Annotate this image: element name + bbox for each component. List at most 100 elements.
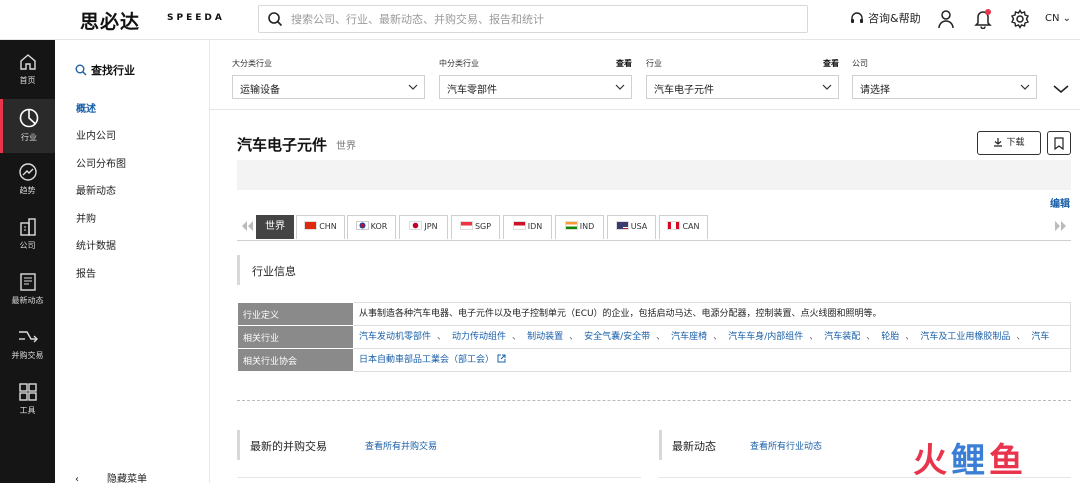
- japan-flag-icon: [409, 221, 423, 230]
- filter-major-industry: 大分类行业 运输设备: [232, 58, 425, 99]
- sidebar-item-statistics[interactable]: 统计数据: [76, 237, 116, 252]
- tab-label: JPN: [424, 222, 438, 231]
- watermark-char: 火: [913, 441, 951, 481]
- search-input[interactable]: [291, 10, 791, 28]
- view-all-news-link[interactable]: 查看所有行业动态: [750, 439, 822, 452]
- filter-label: 大分类行业: [232, 59, 272, 68]
- related-industry-link[interactable]: 汽车座椅: [671, 332, 707, 342]
- page-region: 世界: [336, 141, 356, 152]
- download-icon: [994, 138, 1003, 147]
- related-industry-link[interactable]: 制动装置: [527, 332, 563, 342]
- tab-jpn[interactable]: JPN: [399, 215, 448, 239]
- sidebar-item-reports[interactable]: 报告: [76, 265, 96, 280]
- industry-icon: [19, 108, 39, 128]
- related-industry-link[interactable]: 汽车装配: [824, 332, 860, 342]
- global-search[interactable]: [258, 5, 808, 33]
- tab-label: 世界: [265, 221, 285, 232]
- related-industry-link[interactable]: 安全气囊/安全带: [584, 332, 650, 342]
- nav-news-label: 最新动态: [11, 296, 44, 305]
- tab-world[interactable]: 世界: [256, 215, 294, 239]
- external-link-icon: [497, 354, 506, 363]
- tab-kor[interactable]: KOR: [347, 215, 396, 239]
- related-industry-link[interactable]: 轮胎: [881, 332, 899, 342]
- major-industry-select[interactable]: 运输设备: [232, 75, 425, 99]
- sidebar-item-overview[interactable]: 概述: [76, 100, 96, 115]
- definition-value: 从事制造各种汽车电器、电子元件以及电子控制单元（ECU）的企业，包括启动马达、电…: [353, 302, 1071, 326]
- industry-info-header: 行业信息: [237, 255, 1071, 285]
- latest-news-title: 最新动态: [672, 440, 716, 453]
- singapore-flag-icon: [459, 221, 473, 230]
- table-row: 相关行业 汽车发动机零部件、动力传动组件、制动装置、安全气囊/安全带、汽车座椅、…: [237, 325, 1071, 349]
- next-region-icon[interactable]: [1054, 221, 1068, 231]
- mid-industry-select[interactable]: 汽车零部件: [439, 75, 632, 99]
- industry-select[interactable]: 汽车电子元件: [646, 75, 839, 99]
- chevron-down-icon: [615, 84, 625, 90]
- view-industry-link[interactable]: 查看: [823, 58, 839, 69]
- expand-filters-icon[interactable]: [1053, 84, 1069, 94]
- tab-label: CHN: [319, 222, 337, 231]
- company-icon: [19, 218, 36, 236]
- filter-label: 行业: [646, 59, 662, 68]
- filter-company: 公司 请选择: [852, 58, 1037, 99]
- tab-usa[interactable]: USA: [607, 215, 656, 239]
- help-button[interactable]: 咨询&帮助: [849, 10, 921, 26]
- user-icon[interactable]: [937, 9, 955, 29]
- latest-ma-header: 最新的并购交易 查看所有并购交易: [237, 430, 641, 460]
- association-link[interactable]: 日本自動車部品工業会（部工会）: [359, 355, 494, 365]
- view-mid-industry-link[interactable]: 查看: [616, 58, 632, 69]
- edit-link[interactable]: 编辑: [1050, 195, 1070, 210]
- industry-info-table: 行业定义 从事制造各种汽车电器、电子元件以及电子控制单元（ECU）的企业，包括启…: [237, 302, 1071, 372]
- trend-icon: [18, 163, 37, 181]
- related-industry-link[interactable]: 动力传动组件: [452, 332, 506, 342]
- tab-idn[interactable]: IDN: [503, 215, 552, 239]
- related-industry-link[interactable]: 汽车及工业用橡胶制品: [920, 332, 1010, 342]
- divider: [237, 477, 641, 478]
- table-row: 行业定义 从事制造各种汽车电器、电子元件以及电子控制单元（ECU）的企业，包括启…: [237, 302, 1071, 326]
- tab-label: KOR: [370, 222, 388, 231]
- nav-trend[interactable]: 趋势: [0, 154, 55, 208]
- find-industry-label: 查找行业: [91, 64, 135, 77]
- view-all-ma-link[interactable]: 查看所有并购交易: [365, 439, 437, 452]
- company-select[interactable]: 请选择: [852, 75, 1037, 99]
- download-button[interactable]: 下载: [977, 131, 1041, 155]
- related-industry-link[interactable]: 汽车车身/内部组件: [728, 332, 803, 342]
- tab-chn[interactable]: CHN: [296, 215, 345, 239]
- tab-sgp[interactable]: SGP: [451, 215, 500, 239]
- select-value: 汽车零部件: [447, 85, 497, 96]
- section-title: 行业信息: [252, 265, 296, 278]
- main-nav: 首页 行业 趋势 公司 最新动态 并购交易 工具: [0, 40, 55, 483]
- logo[interactable]: 思必达: [80, 7, 140, 34]
- prev-region-icon[interactable]: [240, 221, 254, 231]
- nav-tools-label: 工具: [19, 406, 36, 415]
- tab-can[interactable]: CAN: [659, 215, 708, 239]
- korea-flag-icon: [355, 221, 369, 230]
- nav-ma[interactable]: 并购交易: [0, 319, 55, 373]
- gear-icon[interactable]: [1010, 9, 1030, 29]
- nav-news[interactable]: 最新动态: [0, 264, 55, 318]
- nav-home[interactable]: 首页: [0, 44, 55, 98]
- sidebar-item-news[interactable]: 最新动态: [76, 182, 116, 197]
- language-label: CN: [1045, 13, 1060, 24]
- related-industry-link[interactable]: 汽车: [1031, 332, 1049, 342]
- nav-company-label: 公司: [19, 241, 36, 250]
- bookmark-button[interactable]: [1047, 131, 1071, 155]
- related-industries: 汽车发动机零部件、动力传动组件、制动装置、安全气囊/安全带、汽车座椅、汽车车身/…: [353, 325, 1071, 349]
- find-industry-button[interactable]: 查找行业: [75, 62, 135, 78]
- bell-icon[interactable]: [974, 9, 992, 29]
- chevron-down-icon: [1020, 84, 1030, 90]
- nav-tools[interactable]: 工具: [0, 374, 55, 428]
- sidebar-item-companies[interactable]: 业内公司: [76, 127, 116, 142]
- chevron-left-icon: ‹: [75, 474, 79, 485]
- news-icon: [19, 273, 36, 291]
- headset-icon: [851, 12, 863, 23]
- language-switcher[interactable]: CN ⌄: [1045, 13, 1071, 24]
- bookmark-icon: [1054, 137, 1064, 150]
- sidebar-item-company-map[interactable]: 公司分布图: [76, 155, 126, 170]
- nav-industry[interactable]: 行业: [0, 99, 55, 153]
- tab-ind[interactable]: IND: [555, 215, 604, 239]
- sidebar-item-ma[interactable]: 并购: [76, 210, 96, 225]
- nav-ma-label: 并购交易: [11, 351, 44, 360]
- nav-company[interactable]: 公司: [0, 209, 55, 263]
- tab-label: USA: [630, 222, 648, 231]
- related-industry-link[interactable]: 汽车发动机零部件: [359, 332, 431, 342]
